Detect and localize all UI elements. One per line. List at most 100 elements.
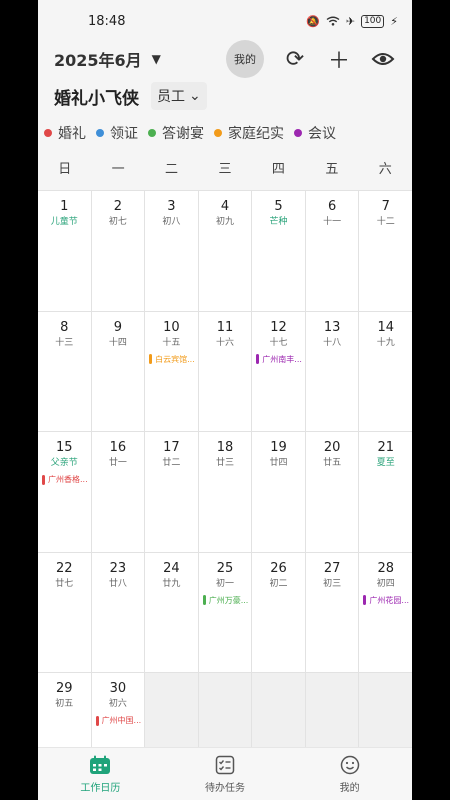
me-button-label: 我的 (234, 53, 256, 66)
day-number: 29 (56, 681, 73, 697)
lunar-date: 廿二 (162, 458, 181, 469)
calendar-day-cell[interactable]: 18 廿三 (198, 432, 252, 552)
calendar-day-cell[interactable]: 24 廿九 (145, 552, 198, 673)
lunar-date: 廿七 (55, 578, 74, 589)
tab-label-mine: 我的 (339, 782, 360, 794)
battery-icon: 100 (361, 14, 385, 28)
checklist-icon (215, 755, 235, 774)
event-label: 广州花园... (369, 595, 410, 605)
me-button[interactable]: 我的 (226, 40, 264, 78)
calendar-day-cell[interactable]: 5 芒种 (252, 191, 305, 311)
lunar-date: 初四 (376, 578, 395, 589)
event-chip[interactable]: 广州花园... (363, 595, 410, 606)
day-number: 19 (270, 440, 287, 456)
calendar-day-cell[interactable]: 8 十三 (38, 311, 91, 432)
event-label: 广州中国... (101, 716, 142, 726)
day-number: 18 (216, 440, 234, 456)
status-icons: 🔕 ✈ 100 ⚡ (306, 14, 398, 28)
lunar-date: 初八 (162, 217, 181, 227)
calendar-day-cell[interactable]: 15 父亲节 广州香格... (38, 432, 91, 552)
calendar-day-cell[interactable]: 4 初九 (198, 191, 252, 311)
event-color-bar (202, 595, 206, 606)
calendar-day-cell[interactable]: 12 十七 广州南丰... (252, 311, 305, 432)
calendar-grid: 1 儿童节 2 初七 3 初八 4 初九 5 芒种 6 十一 7 十二 8 十三 9 十四 10 十五 白云宾馆... 1… (38, 190, 412, 793)
event-color-bar (42, 474, 45, 485)
role-dropdown[interactable]: 员工 ⌄ (151, 82, 207, 110)
tab-todo-tasks[interactable]: 待办任务 (163, 748, 288, 800)
calendar-day-cell[interactable]: 28 初四 广州花园... (359, 552, 412, 673)
status-bar: 18:48 🔕 ✈ 100 ⚡ (38, 0, 412, 42)
tab-label-work-calendar: 工作日历 (80, 782, 121, 794)
lunar-date: 廿四 (269, 458, 288, 469)
tab-work-calendar[interactable]: 工作日历 (38, 748, 163, 800)
calendar-day-cell[interactable]: 16 廿一 (91, 432, 145, 552)
calendar-day-cell[interactable]: 20 廿五 (305, 432, 359, 552)
lunar-date: 十二 (376, 217, 395, 227)
calendar-day-cell[interactable]: 1 儿童节 (38, 191, 91, 311)
day-number: 15 (56, 440, 73, 456)
calendar-day-cell[interactable]: 6 十一 (305, 191, 359, 311)
event-chip[interactable]: 广州中国... (95, 715, 143, 726)
lunar-date: 廿五 (323, 458, 342, 469)
legend-dot-icon (148, 129, 156, 137)
calendar-day-cell[interactable]: 21 夏至 (359, 432, 412, 552)
calendar-day-cell[interactable]: 22 廿七 (38, 552, 91, 673)
calendar-day-cell[interactable]: 2 初七 (91, 191, 145, 311)
calendar-day-cell[interactable]: 26 初二 (252, 552, 305, 673)
smiley-icon (340, 755, 359, 774)
team-name: 婚礼小飞侠 (54, 88, 139, 109)
lunar-date: 十四 (108, 337, 127, 348)
event-chip[interactable]: 广州香格... (42, 474, 89, 485)
event-chip[interactable]: 广州万豪... (202, 595, 250, 606)
tab-mine[interactable]: 我的 (287, 748, 412, 800)
lunar-date: 十一 (323, 217, 342, 227)
calendar-day-cell[interactable]: 19 廿四 (252, 432, 305, 552)
legend-item: 答谢宴 (148, 123, 204, 143)
day-number: 2 (113, 199, 122, 214)
day-number: 4 (220, 199, 230, 214)
caret-down-icon: ▼ (151, 52, 161, 66)
eye-icon[interactable] (370, 52, 396, 66)
lunar-date: 初七 (108, 217, 127, 227)
legend-label: 家庭纪实 (228, 126, 284, 142)
day-number: 27 (323, 560, 341, 576)
calendar-day-cell[interactable]: 25 初一广州万豪... (198, 552, 252, 673)
day-number: 12 (270, 319, 287, 335)
legend-item: 领证 (96, 123, 138, 143)
calendar-day-cell[interactable]: 13 十八 (305, 311, 359, 432)
weekday-label: 日 (58, 162, 72, 177)
calendar-header: 2025年6月 ▼ 我的 ⟳ ＋ (38, 40, 412, 78)
calendar-day-cell[interactable]: 7 十二 (359, 191, 412, 311)
lunar-date: 初一 (215, 578, 234, 589)
event-chip[interactable]: 广州南丰... (256, 354, 303, 365)
event-color-bar (363, 595, 367, 606)
calendar-day-cell[interactable]: 17 廿二 (145, 432, 198, 552)
calendar-day-cell[interactable]: 23 廿八 (91, 552, 145, 673)
day-number: 25 (216, 560, 234, 576)
airplane-icon: ✈ (345, 14, 356, 28)
app-frame: 18:48 🔕 ✈ 100 ⚡ 2025年6月 ▼ 我的 ⟳ ＋ 婚礼小飞侠 员… (38, 0, 412, 800)
calendar-day-cell[interactable]: 14 十九 (359, 311, 412, 432)
legend-dot-icon (44, 129, 52, 137)
event-color-bar (95, 715, 99, 726)
calendar-day-cell[interactable]: 11 十六 (198, 311, 252, 432)
calendar-day-cell[interactable]: 3 初八 (145, 191, 198, 311)
day-number: 3 (167, 199, 176, 214)
event-chip[interactable]: 白云宾馆... (149, 354, 196, 365)
weekday-label: 三 (218, 162, 232, 177)
month-selector[interactable]: 2025年6月 ▼ (54, 47, 161, 71)
refresh-icon[interactable]: ⟳ (282, 47, 308, 72)
calendar-day-cell[interactable]: 10 十五 白云宾馆... (145, 311, 198, 432)
add-icon[interactable]: ＋ (326, 43, 352, 75)
festival-label: 芒种 (269, 217, 288, 227)
legend-item: 婚礼 (44, 123, 86, 143)
calendar-day-cell[interactable]: 27 初三 (305, 552, 359, 673)
left-gutter (0, 0, 38, 800)
lunar-date: 初二 (269, 578, 288, 589)
calendar-day-cell[interactable]: 9 十四 (91, 311, 145, 432)
weekday-label: 一 (111, 162, 125, 177)
weekday-label: 四 (271, 162, 285, 177)
event-legend: 婚礼 领证 答谢宴 家庭纪实 会议 (38, 116, 412, 150)
event-color-bar (256, 354, 260, 365)
lunar-date: 初五 (55, 699, 74, 710)
